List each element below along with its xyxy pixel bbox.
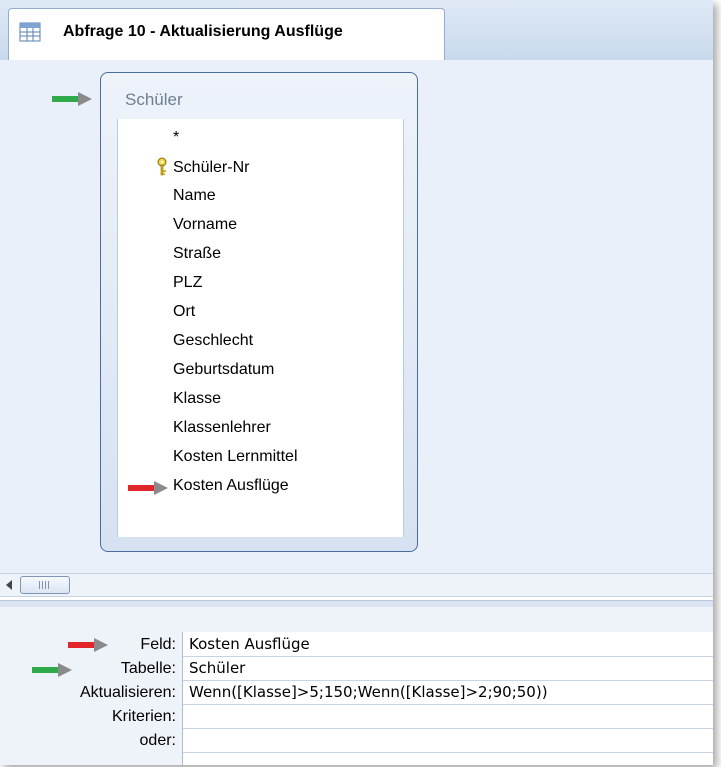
cell-tabelle[interactable]: Schüler <box>183 656 713 681</box>
row-label-kriterien: Kriterien: <box>111 708 176 725</box>
document-tab-bar: Abfrage 10 - Aktualisierung Ausflüge <box>0 0 713 61</box>
field-item-kosten-ausfluege[interactable]: Kosten Ausflüge <box>173 477 289 495</box>
cell-aktualisieren-value: Wenn([Klasse]>5;150;Wenn([Klasse]>2;90;5… <box>189 683 548 701</box>
green-arrow-icon <box>32 663 72 677</box>
cell-feld[interactable]: Kosten Ausflüge <box>183 632 713 657</box>
red-arrow-icon <box>128 481 168 495</box>
table-title: Schüler <box>125 90 183 109</box>
field-item-ort[interactable]: Ort <box>173 303 195 321</box>
cell-oder[interactable] <box>183 728 713 753</box>
field-item-all[interactable]: * <box>173 129 179 147</box>
field-item-geburtsdatum[interactable]: Geburtsdatum <box>173 361 274 379</box>
grip-icon <box>39 581 51 589</box>
field-item-strasse[interactable]: Straße <box>173 245 221 263</box>
cell-feld-value: Kosten Ausflüge <box>189 635 310 653</box>
query-design-area: Schüler * Schüler-Nr Name Vorname Straße… <box>0 60 713 580</box>
primary-key-icon <box>157 157 167 176</box>
field-item-schueler-nr[interactable]: Schüler-Nr <box>173 159 249 177</box>
field-item-klassenlehrer[interactable]: Klassenlehrer <box>173 419 271 437</box>
query-tab-title: Abfrage 10 - Aktualisierung Ausflüge <box>63 23 343 40</box>
field-item-name[interactable]: Name <box>173 187 216 205</box>
field-item-vorname[interactable]: Vorname <box>173 216 237 234</box>
row-label-aktualisieren: Aktualisieren: <box>79 684 176 701</box>
scroll-left-icon[interactable] <box>6 580 12 590</box>
row-label-feld: Feld: <box>140 636 176 653</box>
cell-kriterien[interactable] <box>183 704 713 729</box>
grid-column: Kosten Ausflüge Schüler Wenn([Klasse]>5;… <box>182 632 713 765</box>
row-label-oder: oder: <box>139 732 176 749</box>
field-item-kosten-lernmittel[interactable]: Kosten Lernmittel <box>173 448 298 466</box>
scrollbar-thumb[interactable] <box>20 576 70 594</box>
field-item-klasse[interactable]: Klasse <box>173 390 221 408</box>
green-arrow-icon <box>52 92 92 106</box>
red-arrow-icon <box>68 638 108 652</box>
horizontal-scrollbar[interactable] <box>0 573 713 597</box>
field-list: * Schüler-Nr Name Vorname Straße PLZ Ort… <box>117 119 404 537</box>
cell-tabelle-value: Schüler <box>189 659 246 677</box>
query-tab[interactable]: Abfrage 10 - Aktualisierung Ausflüge <box>8 8 445 61</box>
query-design-window: Abfrage 10 - Aktualisierung Ausflüge Sch… <box>0 0 713 765</box>
cell-aktualisieren[interactable]: Wenn([Klasse]>5;150;Wenn([Klasse]>2;90;5… <box>183 680 713 705</box>
field-item-geschlecht[interactable]: Geschlecht <box>173 332 253 350</box>
query-icon <box>19 22 41 42</box>
field-item-plz[interactable]: PLZ <box>173 274 202 292</box>
query-design-grid: Feld: Tabelle: Aktualisieren: Kriterien:… <box>0 607 713 765</box>
row-label-tabelle: Tabelle: <box>120 660 176 677</box>
table-field-list-schueler[interactable]: Schüler * Schüler-Nr Name Vorname Straße… <box>100 72 418 552</box>
